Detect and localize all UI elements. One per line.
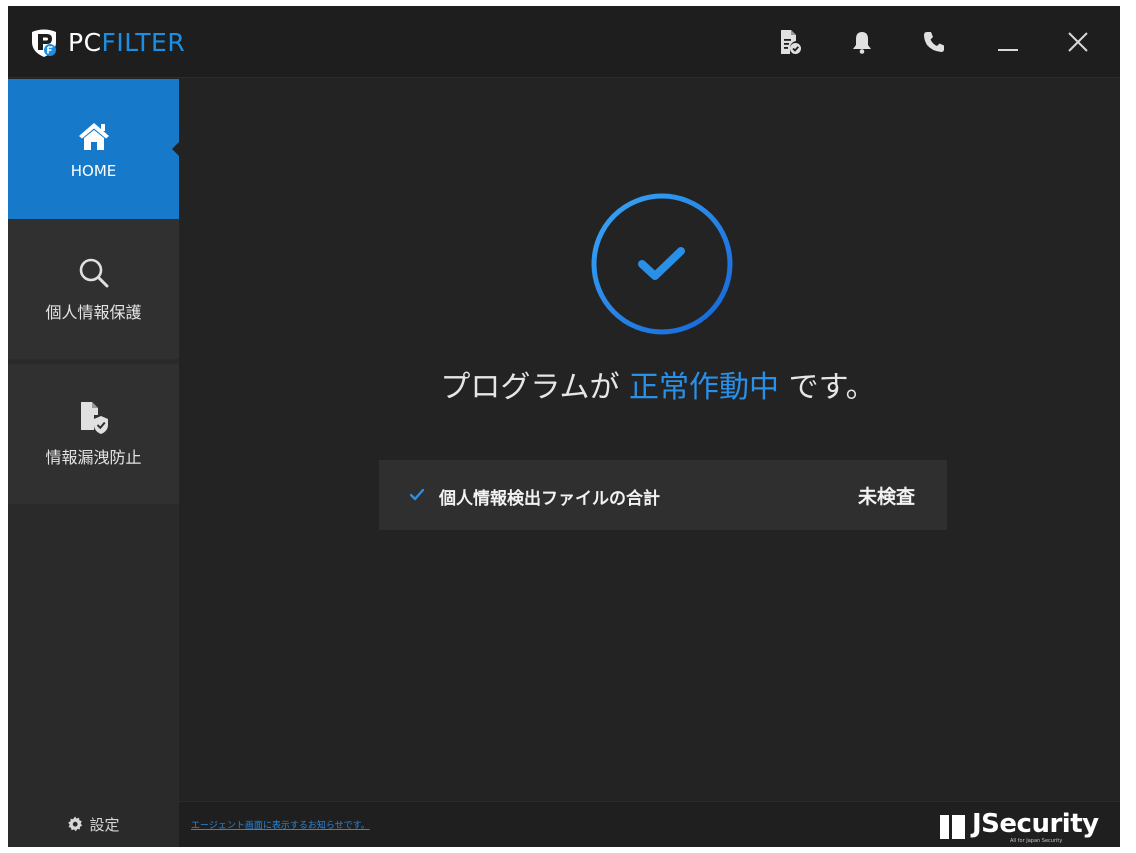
title-bar: PCFILTER (8, 6, 1120, 78)
brand-name: JSecurity (972, 809, 1099, 839)
sidebar: HOME 個人情報保護 情報漏洩防止 設定 (8, 79, 180, 847)
bell-icon (853, 32, 871, 54)
sidebar-item-label: 情報漏洩防止 (45, 448, 142, 467)
brand-tagline: All for Japan Security (1010, 838, 1063, 844)
app-window: PCFILTER HOME 個人情報保護 情報漏洩防止 設定 プログラムが 正常… (8, 6, 1120, 847)
check-icon (409, 488, 425, 501)
status-message: プログラムが 正常作動中 です。 (440, 370, 876, 405)
sidebar-item-label: HOME (70, 162, 117, 180)
sidebar-item-home[interactable]: HOME (8, 79, 180, 219)
settings-button[interactable]: 設定 (8, 801, 179, 847)
notice-link[interactable]: エージェント画面に表示するお知らせです。 (191, 818, 370, 831)
settings-label: 設定 (89, 815, 120, 834)
close-icon (1068, 32, 1088, 52)
app-name: PCFILTER (68, 27, 186, 57)
status-ok-icon (591, 193, 733, 335)
search-icon (79, 258, 108, 288)
minimize-icon (998, 49, 1018, 51)
report-icon (781, 30, 801, 54)
jsecurity-mark-icon (940, 815, 965, 839)
notifications-button[interactable] (842, 22, 882, 62)
report-button[interactable] (770, 22, 810, 62)
file-shield-icon (80, 402, 108, 434)
sidebar-item-label: 個人情報保護 (45, 303, 142, 322)
gear-icon (68, 816, 83, 832)
app-logo: PCFILTER (28, 26, 185, 58)
sidebar-item-leak-prevention[interactable]: 情報漏洩防止 (8, 364, 179, 504)
footer: エージェント画面に表示するお知らせです。 JSecurity All for J… (179, 801, 1120, 847)
detected-files-summary: 個人情報検出ファイルの合計 未検査 (379, 460, 947, 530)
minimize-button[interactable] (988, 22, 1028, 62)
phone-icon (924, 32, 944, 52)
shield-logo-icon (32, 29, 56, 57)
detected-files-label: 個人情報検出ファイルの合計 (439, 489, 660, 509)
home-icon (78, 123, 109, 150)
brand-logo: JSecurity All for Japan Security (940, 807, 1110, 845)
phone-button[interactable] (914, 22, 954, 62)
status-highlight: 正常作動中 (629, 370, 780, 405)
sidebar-item-privacy[interactable]: 個人情報保護 (8, 219, 179, 359)
close-button[interactable] (1058, 22, 1098, 62)
main-panel: プログラムが 正常作動中 です。 個人情報検出ファイルの合計 未検査 (179, 79, 1120, 801)
detected-files-value: 未検査 (857, 486, 915, 508)
